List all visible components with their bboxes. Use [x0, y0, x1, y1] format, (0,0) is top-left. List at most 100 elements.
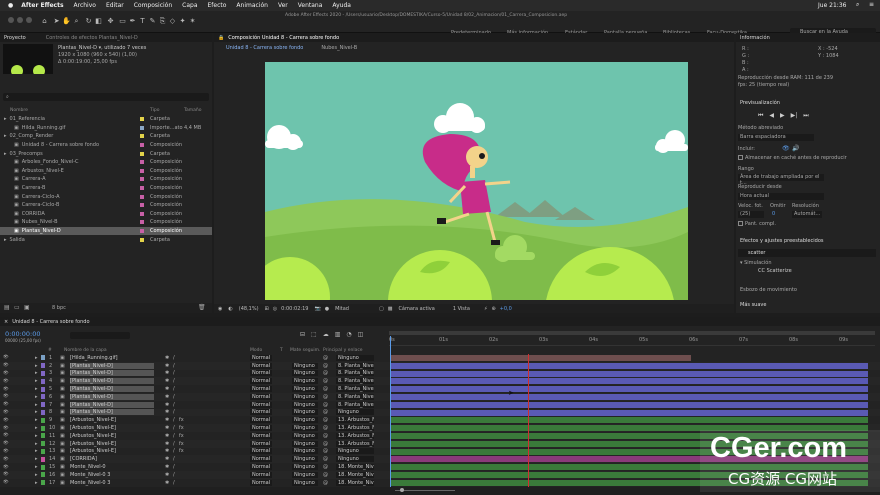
visibility-icon[interactable]: 👁: [3, 363, 9, 368]
label-color-swatch[interactable]: [140, 151, 144, 156]
home-icon[interactable]: ⌂: [40, 17, 49, 26]
menu-editar[interactable]: Editar: [106, 2, 124, 9]
twirl-icon[interactable]: ▸: [35, 355, 38, 361]
col-nombre[interactable]: Nombre: [10, 108, 28, 113]
camera-select[interactable]: Cámara activa: [398, 306, 434, 312]
layer-label-swatch[interactable]: [41, 448, 45, 454]
draft-3d-icon[interactable]: ⬚: [311, 331, 317, 338]
smoother-title[interactable]: Más suave: [740, 302, 766, 308]
label-color-swatch[interactable]: [140, 117, 144, 122]
twirl-icon[interactable]: ▸: [35, 464, 38, 470]
twirl-icon[interactable]: ▸: [35, 409, 38, 415]
project-item[interactable]: ▸ 03_Precomps Carpeta: [0, 149, 212, 158]
puppet-tool-icon[interactable]: ✶: [188, 17, 197, 26]
layer-duration-bar[interactable]: [391, 409, 868, 416]
pickwhip-icon[interactable]: @: [323, 472, 328, 478]
play-from-select[interactable]: Hora actual: [738, 193, 824, 200]
shortcut-select[interactable]: Barra espaciadora: [738, 134, 814, 141]
playhead[interactable]: [390, 336, 391, 488]
layer-row[interactable]: 👁 ▸ 4 ▣ [Plantas_Nivel-D] ✱ / Normal Ninguno @8. …: [0, 377, 880, 386]
collapse-switch-icon[interactable]: /: [173, 472, 175, 478]
mode-select[interactable]: Normal: [250, 401, 272, 408]
layer-name[interactable]: [Arbustos_Nivel-E]: [70, 417, 154, 423]
layer-duration-bar[interactable]: [391, 417, 868, 424]
trackmatte-select[interactable]: Ninguno: [292, 370, 318, 377]
layer-duration-bar[interactable]: [391, 370, 868, 377]
exposure-value[interactable]: +0,0: [500, 306, 512, 312]
preview-title[interactable]: Previsualización: [740, 100, 780, 106]
rectangle-tool-icon[interactable]: ▭: [118, 17, 127, 26]
pickwhip-icon[interactable]: @: [323, 370, 328, 376]
comp-flowchart-icon[interactable]: ⊟: [300, 331, 305, 338]
shy-switch-icon[interactable]: ✱: [165, 480, 169, 486]
collapse-switch-icon[interactable]: /: [173, 425, 175, 431]
mode-select[interactable]: Normal: [250, 464, 272, 471]
grid-icon[interactable]: ⊞: [265, 306, 269, 312]
project-item[interactable]: ▣ Nubes_Nivel-B Composición: [0, 218, 212, 227]
motion-sketch-title[interactable]: Esbozo de movimiento: [740, 287, 797, 293]
camera-tool-icon[interactable]: ◧: [94, 17, 103, 26]
comp-item-icon[interactable]: ▣: [14, 168, 19, 174]
collapse-switch-icon[interactable]: /: [173, 480, 175, 486]
visibility-icon[interactable]: 👁: [3, 449, 9, 454]
collapse-switch-icon[interactable]: /: [173, 355, 175, 361]
new-comp-icon[interactable]: ▣: [24, 304, 30, 311]
layer-name[interactable]: Monte_Nivel-0: [70, 464, 154, 470]
parent-select[interactable]: 8. Planta_Nive: [336, 386, 374, 393]
layer-label-swatch[interactable]: [41, 409, 45, 415]
parent-select[interactable]: 13. Arbustos_N: [336, 432, 374, 439]
collapse-switch-icon[interactable]: /: [173, 363, 175, 369]
work-area-bar[interactable]: [389, 331, 875, 335]
rotate-tool-icon[interactable]: ↻: [84, 17, 93, 26]
eraser-tool-icon[interactable]: ◇: [168, 17, 177, 26]
project-item[interactable]: ▸ Salida Carpeta: [0, 235, 212, 244]
fx-switch-icon[interactable]: fx: [179, 433, 184, 439]
mode-select[interactable]: Normal: [250, 354, 272, 361]
layer-label-swatch[interactable]: [41, 417, 45, 423]
res-select[interactable]: Automát...: [792, 211, 822, 218]
mode-select[interactable]: Normal: [250, 471, 272, 478]
collapse-switch-icon[interactable]: /: [173, 433, 175, 439]
fast-preview-icon[interactable]: ⚡: [484, 306, 488, 312]
collapse-switch-icon[interactable]: /: [173, 417, 175, 423]
visibility-icon[interactable]: 👁: [3, 394, 9, 399]
effects-search-input[interactable]: scatter: [738, 249, 876, 257]
visibility-icon[interactable]: 👁: [3, 465, 9, 470]
collapse-switch-icon[interactable]: /: [173, 402, 175, 408]
first-frame-icon[interactable]: ⏮: [758, 112, 763, 120]
hand-tool-icon[interactable]: ✋: [62, 17, 71, 26]
menu-composicion[interactable]: Composición: [134, 2, 172, 9]
trackmatte-select[interactable]: Ninguno: [292, 393, 318, 400]
layer-duration-bar[interactable]: [391, 378, 868, 385]
shy-switch-icon[interactable]: ✱: [165, 409, 169, 415]
comp-item-icon[interactable]: ▣: [14, 176, 19, 182]
visibility-icon[interactable]: 👁: [3, 355, 9, 360]
clone-tool-icon[interactable]: ⎘: [158, 17, 167, 26]
collapse-switch-icon[interactable]: /: [173, 378, 175, 384]
project-item[interactable]: ▣ Hilda_Running.gif Importe...ato 4,4 MB: [0, 124, 212, 133]
skip-input[interactable]: 0: [772, 211, 775, 217]
trackmatte-select[interactable]: Ninguno: [292, 448, 318, 455]
layer-name[interactable]: [Arbustos_Nivel-E]: [70, 448, 154, 454]
views-select[interactable]: 1 Vista: [453, 306, 470, 312]
layer-label-swatch[interactable]: [41, 402, 45, 408]
trackmatte-select[interactable]: Ninguno: [292, 456, 318, 463]
roi-icon[interactable]: ▢: [379, 306, 384, 312]
layer-name[interactable]: [Arbustos_Nivel-E]: [70, 433, 154, 439]
shy-switch-icon[interactable]: ✱: [165, 402, 169, 408]
label-color-swatch[interactable]: [140, 143, 144, 148]
zoom-tool-icon[interactable]: ⌕: [72, 17, 81, 26]
shy-switch-icon[interactable]: ✱: [165, 355, 169, 361]
apple-icon[interactable]: ●: [8, 2, 13, 9]
collapse-switch-icon[interactable]: /: [173, 370, 175, 376]
shy-switch-icon[interactable]: ✱: [165, 417, 169, 423]
layer-label-swatch[interactable]: [41, 433, 45, 439]
mode-select[interactable]: Normal: [250, 378, 272, 385]
layer-label-swatch[interactable]: [41, 456, 45, 462]
pickwhip-icon[interactable]: @: [323, 456, 328, 462]
layer-label-swatch[interactable]: [41, 480, 45, 486]
visibility-icon[interactable]: 👁: [3, 418, 9, 423]
layer-name[interactable]: [Plantas_Nivel-D]: [70, 386, 154, 393]
visibility-icon[interactable]: 👁: [3, 426, 9, 431]
twirl-icon[interactable]: ▸: [35, 378, 38, 384]
